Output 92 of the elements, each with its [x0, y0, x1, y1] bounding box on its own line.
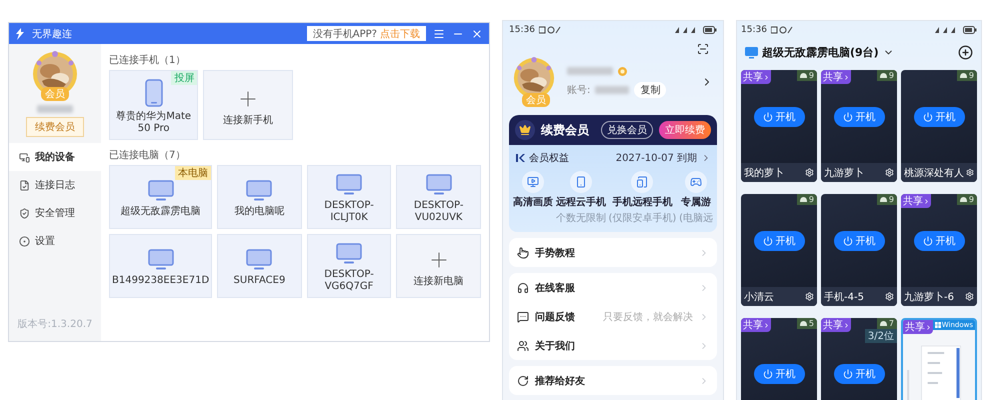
power-on-button[interactable]: 开机 [754, 106, 804, 126]
device-tile[interactable]: 共享 7 3/2位 开机 [821, 318, 897, 400]
add-device-card[interactable]: 连接新电脑 [396, 234, 481, 298]
renew-title: 续费会员 [541, 122, 589, 138]
download-button[interactable]: 没有手机APP? 点击下载 [306, 26, 426, 41]
benefits-title: 会员权益 [529, 152, 569, 165]
power-on-button[interactable]: 开机 [914, 106, 964, 126]
device-card[interactable]: SURFACE9 [217, 234, 302, 298]
menu-hint: 只要反馈，就会解决 [603, 310, 693, 324]
device-count: 9 [876, 194, 897, 205]
power-on-button[interactable]: 开机 [754, 230, 804, 250]
expiry-date: 2027-10-07 到期 [616, 152, 697, 165]
benefit-title: 专属游 [681, 196, 712, 209]
nav-item[interactable]: 连接日志 [9, 171, 101, 199]
device-tile[interactable]: 共享 9 开机 九游萝卜-6 [901, 194, 977, 306]
menu-item[interactable]: 问题反馈 [535, 310, 575, 324]
device-name: 九游萝卜 [824, 166, 865, 180]
seat-count: 3/2位 [864, 329, 897, 343]
device-name: 超级无敌霹雳电脑 [120, 206, 201, 218]
redeem-button[interactable]: 兑换会员 [601, 121, 653, 139]
device-name: DESKTOP-ICLJT0K [323, 200, 375, 224]
status-time: 15:36 [741, 25, 767, 35]
device-tag: 投屏 [171, 71, 198, 85]
power-on-button[interactable]: 开机 [834, 364, 884, 384]
device-name: 九游萝卜-6 [904, 290, 955, 304]
shared-tag[interactable]: 共享 [903, 320, 933, 334]
shared-tag[interactable]: 共享 [821, 70, 851, 84]
device-card[interactable]: 本电脑 超级无敌霹雳电脑 [109, 165, 212, 229]
device-tile[interactable]: 共享 9 开机 我的萝卜 [741, 70, 817, 182]
shared-tag[interactable]: 共享 [901, 194, 931, 208]
device-name: 我的电脑呢 [234, 206, 284, 218]
device-card[interactable]: DESKTOP-VU02UVK [396, 165, 481, 229]
shared-tag[interactable]: 共享 [741, 318, 771, 332]
menu-item[interactable]: 推荐给好友 [535, 374, 585, 388]
device-tile[interactable]: 9 开机 手机-4-5 [821, 194, 897, 306]
device-name: SURFACE9 [234, 275, 286, 287]
device-count: 9 [796, 70, 817, 81]
device-tile[interactable]: 共享 5 开机 [741, 318, 817, 400]
shared-tag[interactable]: 共享 [821, 318, 851, 332]
version-text: 版本号:1.3.20.7 [16, 318, 94, 332]
device-name: 小清云 [744, 290, 775, 304]
device-name: 手机-4-5 [824, 290, 865, 304]
nav-item[interactable]: 设置 [9, 227, 101, 255]
device-count: 9 [796, 194, 817, 205]
add-device-card[interactable]: 连接新手机 [203, 70, 292, 140]
device-card[interactable]: B1499238EE3E71D [109, 234, 212, 298]
device-name: 连接新电脑 [414, 276, 464, 288]
benefit-title: 手机远程手机 [612, 196, 672, 209]
menu-item[interactable]: 在线客服 [535, 280, 575, 294]
device-count: 9 [876, 70, 897, 81]
menu-item[interactable]: 关于我们 [535, 338, 575, 352]
device-tile[interactable]: 9 开机 小清云 [741, 194, 817, 306]
device-count: 9 [956, 70, 977, 81]
menu-item[interactable]: 手势教程 [535, 246, 575, 260]
device-count: 9 [956, 194, 977, 205]
device-name: 尊贵的华为Mate 50 Pro [115, 111, 192, 135]
device-name: 桃源深处有人 [904, 166, 964, 180]
benefit-title: 高清画质 [513, 195, 553, 209]
power-on-button[interactable]: 开机 [834, 230, 884, 250]
benefit-subtitle: (仅限安卓手机) [608, 212, 676, 225]
device-card[interactable]: 投屏 尊贵的华为Mate 50 Pro [109, 70, 198, 140]
device-tag: 本电脑 [175, 166, 212, 180]
status-time: 15:36 [509, 25, 535, 35]
section-title: 已连接电脑（7） [109, 148, 186, 162]
section-title: 已连接手机（1） [109, 54, 186, 67]
power-on-button[interactable]: 开机 [754, 364, 804, 384]
device-name: 我的萝卜 [744, 166, 785, 180]
benefit-title: 远程云手机 [556, 196, 606, 209]
benefit-subtitle: (电脑远 [679, 212, 713, 225]
device-name: 连接新手机 [222, 115, 273, 127]
shared-tag[interactable]: 共享 [741, 70, 771, 84]
device-name: B1499238EE3E71D [112, 275, 210, 287]
benefit-subtitle: 个数无限制 [556, 212, 606, 225]
nav-item[interactable]: 安全管理 [9, 199, 101, 227]
device-card[interactable]: DESKTOP-ICLJT0K [306, 165, 392, 229]
device-tile[interactable]: 9 开机 桃源深处有人 [901, 70, 977, 182]
account-label: 账号: [567, 84, 590, 96]
power-on-button[interactable]: 开机 [914, 230, 964, 250]
nav-item[interactable]: 我的设备 [9, 143, 101, 171]
device-name: DESKTOP-VU02UVK [412, 200, 464, 224]
device-card[interactable]: DESKTOP-VG6Q7GF [306, 234, 392, 298]
device-name: DESKTOP-VG6Q7GF [323, 269, 375, 293]
member-badge: 会员 [41, 87, 69, 101]
device-count: 5 [796, 318, 817, 329]
device-card[interactable]: 我的电脑呢 [217, 165, 302, 229]
group-title: 超级无敌霹雳电脑(9台) [762, 45, 879, 60]
window-title: 无界趣连 [32, 28, 72, 40]
device-count: 7 [876, 318, 897, 329]
member-badge: 会员 [522, 93, 550, 107]
copy-button[interactable]: 复制 [634, 82, 666, 98]
power-on-button[interactable]: 开机 [834, 106, 884, 126]
device-tile[interactable]: 共享 9 开机 九游萝卜 [821, 70, 897, 182]
